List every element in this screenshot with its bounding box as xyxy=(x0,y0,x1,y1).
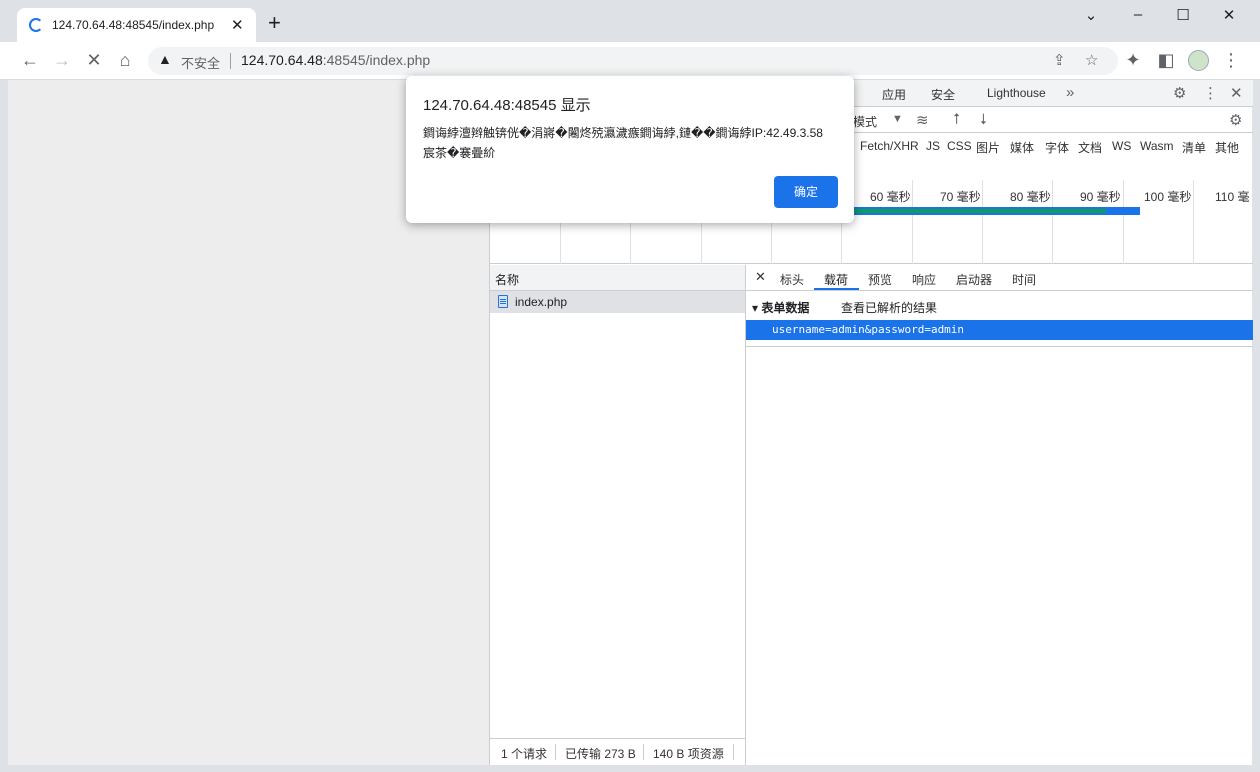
settings-icon[interactable]: ⚙ xyxy=(1173,84,1186,102)
status-bar: 1 个请求 已传输 273 B 140 B 项资源 xyxy=(490,738,746,765)
filter-css[interactable]: CSS xyxy=(947,139,972,153)
name-column-header: 名称 xyxy=(495,273,520,287)
network-settings-icon[interactable]: ⚙ xyxy=(1229,111,1242,129)
url-path: :48545/index.php xyxy=(322,52,431,68)
import-har-icon[interactable]: ⭡ xyxy=(953,111,960,128)
filter-js[interactable]: JS xyxy=(926,139,940,153)
filter-wasm[interactable]: Wasm xyxy=(1140,139,1174,153)
tab-headers[interactable]: 标头 xyxy=(780,271,804,288)
dialog-message: 鐧诲綍澶辫触锛侊�涓嶈�闂炵殑瀛濊瘯鐧诲綍,鏈��鐧诲綍IP:42.49.3.5… xyxy=(423,126,823,160)
warning-icon[interactable]: ▲ xyxy=(158,51,172,67)
extensions-icon[interactable]: ✦ xyxy=(1122,49,1144,71)
resource-size: 140 B 项资源 xyxy=(653,747,724,761)
grid-line xyxy=(912,180,913,264)
more-menu-icon[interactable]: ⋮ xyxy=(1220,49,1242,71)
timeline-label: 70 毫秒 xyxy=(940,190,981,204)
forward-icon[interactable]: → xyxy=(51,49,73,71)
tab-lighthouse[interactable]: Lighthouse xyxy=(987,86,1046,100)
dialog-title: 124.70.64.48:48545 显示 xyxy=(423,97,591,114)
chevron-down-icon[interactable]: ▼ xyxy=(892,113,903,125)
side-panel-icon[interactable]: ◧ xyxy=(1155,49,1177,71)
browser-tab[interactable]: 124.70.64.48:48545/index.php ✕ xyxy=(17,8,256,42)
browser-toolbar: ← → ✕ ⌂ ▲ 不安全 124.70.64.48:48545/index.p… xyxy=(0,42,1260,80)
more-tabs-icon[interactable]: » xyxy=(1066,84,1074,101)
grid-line xyxy=(982,180,983,264)
home-icon[interactable]: ⌂ xyxy=(114,49,136,71)
timeline-label: 80 毫秒 xyxy=(1010,190,1051,204)
tab-close-icon[interactable]: ✕ xyxy=(231,16,244,34)
grid-line xyxy=(1193,180,1194,264)
payload-row[interactable]: username=admin&password=admin xyxy=(746,320,1253,340)
detail-tab-bar: ✕ 标头 载荷 预览 响应 启动器 时间 xyxy=(746,265,1253,291)
maximize-icon[interactable]: ☐ xyxy=(1173,6,1193,26)
timeline-label: 90 毫秒 xyxy=(1080,190,1121,204)
filter-doc[interactable]: 文档 xyxy=(1078,139,1102,156)
filter-ws[interactable]: WS xyxy=(1112,139,1131,153)
request-list: index.php xyxy=(490,291,746,738)
transferred-size: 已传输 273 B xyxy=(565,747,636,761)
document-icon xyxy=(498,295,508,308)
export-har-icon[interactable]: ⭣ xyxy=(980,111,987,128)
grid-line xyxy=(1052,180,1053,264)
url-text[interactable]: 124.70.64.48:48545/index.php xyxy=(241,52,430,68)
stop-icon[interactable]: ✕ xyxy=(83,49,105,71)
filter-img[interactable]: 图片 xyxy=(976,139,1000,156)
filter-media[interactable]: 媒体 xyxy=(1010,139,1034,156)
url-host: 124.70.64.48 xyxy=(241,52,323,68)
address-bar[interactable]: ▲ 不安全 124.70.64.48:48545/index.php ⇪ ☆ xyxy=(148,47,1118,75)
form-data-section[interactable]: ▾ 表单数据 xyxy=(752,299,809,316)
security-label[interactable]: 不安全 xyxy=(181,53,220,72)
more-menu-icon[interactable]: ⋮ xyxy=(1203,84,1218,102)
divider xyxy=(643,744,644,760)
tab-application[interactable]: 应用 xyxy=(882,86,906,103)
divider xyxy=(555,744,556,760)
divider xyxy=(746,346,1253,347)
tab-title: 124.70.64.48:48545/index.php xyxy=(52,18,215,32)
form-data-label: 表单数据 xyxy=(761,301,810,315)
view-parsed-button[interactable]: 查看已解析的结果 xyxy=(841,299,937,316)
close-detail-icon[interactable]: ✕ xyxy=(755,269,766,285)
share-icon[interactable]: ⇪ xyxy=(1053,51,1066,69)
throttle-select[interactable]: 模式 xyxy=(853,113,877,130)
timeline-label: 60 毫秒 xyxy=(870,190,911,204)
request-list-header[interactable]: 名称 xyxy=(490,265,746,291)
tab-strip: 124.70.64.48:48545/index.php ✕ + ⌄ – ☐ ✕ xyxy=(0,0,1260,42)
close-window-icon[interactable]: ✕ xyxy=(1219,6,1239,26)
filter-fetch-xhr[interactable]: Fetch/XHR xyxy=(860,139,919,153)
divider xyxy=(733,744,734,760)
tab-response[interactable]: 响应 xyxy=(912,271,936,288)
bookmark-star-icon[interactable]: ☆ xyxy=(1085,51,1098,69)
new-tab-icon[interactable]: + xyxy=(268,12,281,34)
tab-preview[interactable]: 预览 xyxy=(868,271,892,288)
request-count: 1 个请求 xyxy=(501,747,548,761)
tab-security[interactable]: 安全 xyxy=(931,86,955,103)
tab-payload[interactable]: 载荷 xyxy=(824,271,848,288)
tab-timing[interactable]: 时间 xyxy=(1012,271,1036,288)
filter-other[interactable]: 其他 xyxy=(1215,139,1239,156)
request-row[interactable]: index.php xyxy=(490,291,745,313)
loading-spinner-icon xyxy=(29,18,43,32)
grid-line xyxy=(1123,180,1124,264)
close-devtools-icon[interactable]: ✕ xyxy=(1230,84,1243,102)
minimize-icon[interactable]: – xyxy=(1128,6,1148,26)
network-conditions-icon[interactable]: ≋ xyxy=(916,111,929,129)
alert-dialog: 124.70.64.48:48545 显示 鐧诲綍澶辫触锛侊�涓嶈�闂炵殑瀛濊瘯… xyxy=(406,76,854,223)
avatar[interactable] xyxy=(1188,50,1209,71)
ok-button[interactable]: 确定 xyxy=(774,176,838,208)
payload-text: username=admin&password=admin xyxy=(772,323,965,336)
timeline-label: 110 毫 xyxy=(1215,190,1250,204)
filter-font[interactable]: 字体 xyxy=(1045,139,1069,156)
divider xyxy=(230,53,231,69)
filter-manifest[interactable]: 清单 xyxy=(1182,139,1206,156)
tab-initiator[interactable]: 启动器 xyxy=(956,271,992,288)
timeline-label: 100 毫秒 xyxy=(1144,190,1192,204)
chevron-down-icon[interactable]: ⌄ xyxy=(1081,6,1101,26)
request-name: index.php xyxy=(515,295,568,309)
active-tab-underline xyxy=(814,288,859,290)
back-icon[interactable]: ← xyxy=(19,49,41,71)
timeline-bar-green xyxy=(853,209,1106,213)
